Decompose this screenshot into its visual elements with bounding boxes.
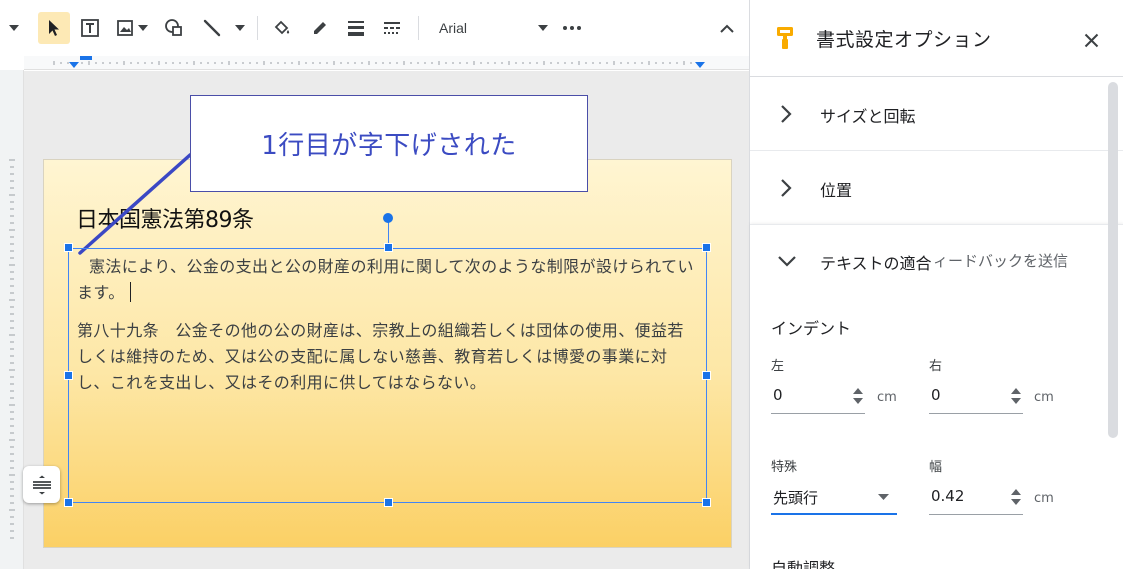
chevron-down-icon: [878, 494, 889, 500]
resize-handle-bottom[interactable]: [384, 498, 393, 507]
indent-width-value: 0.42: [931, 487, 965, 505]
special-indent-value: 先頭行: [773, 489, 819, 507]
indent-right-label: 右: [929, 359, 943, 374]
resize-handle-top[interactable]: [384, 243, 393, 252]
spinner-arrows-icon[interactable]: [1011, 386, 1021, 406]
callout-annotation: 1行目が字下げされた: [190, 95, 588, 192]
chevron-down-icon[interactable]: [777, 255, 797, 267]
indent-width-input[interactable]: 0.42: [929, 481, 1023, 515]
paint-roller-icon: [777, 27, 793, 49]
indent-width-unit: cm: [1034, 491, 1054, 506]
indent-right-value: 0: [931, 386, 941, 404]
callout-text: 1行目が字下げされた: [261, 131, 517, 161]
chevron-right-icon: [781, 105, 792, 123]
section-label-text-fitting[interactable]: テキストの適合: [820, 250, 932, 274]
indent-heading: インデント: [771, 319, 852, 338]
indent-right-input[interactable]: 0: [929, 380, 1023, 414]
section-position[interactable]: 位置: [750, 152, 1123, 222]
section-size-rotation[interactable]: サイズと回転: [750, 78, 1123, 151]
text-paragraph-2[interactable]: 第八十九条 公金その他の公の財産は、宗教上の組織若しくは団体の使用、便益若しくは…: [77, 318, 697, 396]
drag-handle-icon: [32, 475, 51, 494]
spinner-arrows-icon[interactable]: [853, 386, 863, 406]
section-label-size-rotation: サイズと回転: [820, 107, 916, 126]
chevron-right-icon: [781, 179, 792, 197]
resize-handle-top-right[interactable]: [702, 243, 711, 252]
panel-scrollbar[interactable]: [1108, 82, 1118, 438]
panel-title: 書式設定オプション: [816, 29, 992, 51]
special-indent-select[interactable]: 先頭行: [771, 481, 897, 515]
send-feedback-tooltip[interactable]: ィードバックを送信: [933, 250, 1069, 271]
indent-width-label: 幅: [929, 460, 943, 475]
indent-left-input[interactable]: 0: [771, 380, 865, 414]
resize-handle-bottom-left[interactable]: [64, 498, 73, 507]
rotate-handle[interactable]: [383, 213, 393, 223]
resize-handle-left[interactable]: [64, 371, 73, 380]
indent-left-unit: cm: [877, 390, 897, 405]
indent-left-label: 左: [771, 359, 785, 374]
text-cursor: [129, 282, 132, 302]
resize-handle-bottom-right[interactable]: [702, 498, 711, 507]
speaker-notes-toggle-button[interactable]: [23, 466, 60, 503]
indent-right-unit: cm: [1034, 390, 1054, 405]
autofit-heading: 自動調整: [771, 559, 836, 569]
text-paragraph-1[interactable]: 憲法により、公金の支出と公の財産の利用に関して次のような制限が設けられています。: [77, 254, 697, 306]
resize-handle-top-left[interactable]: [64, 243, 73, 252]
resize-handle-right[interactable]: [702, 371, 711, 380]
format-options-panel: 書式設定オプション サイズと回転 位置 テキストの適合 インデント 左 0 cm…: [749, 0, 1123, 569]
spinner-arrows-icon[interactable]: [1011, 487, 1021, 507]
indent-left-value: 0: [773, 386, 783, 404]
special-indent-label: 特殊: [771, 460, 798, 475]
section-label-position: 位置: [820, 181, 853, 200]
close-icon[interactable]: [1084, 33, 1099, 48]
paragraph-1-text: 憲法により、公金の支出と公の財産の利用に関して次のような制限が設けられています。: [77, 257, 694, 302]
panel-header: 書式設定オプション: [750, 0, 1123, 77]
